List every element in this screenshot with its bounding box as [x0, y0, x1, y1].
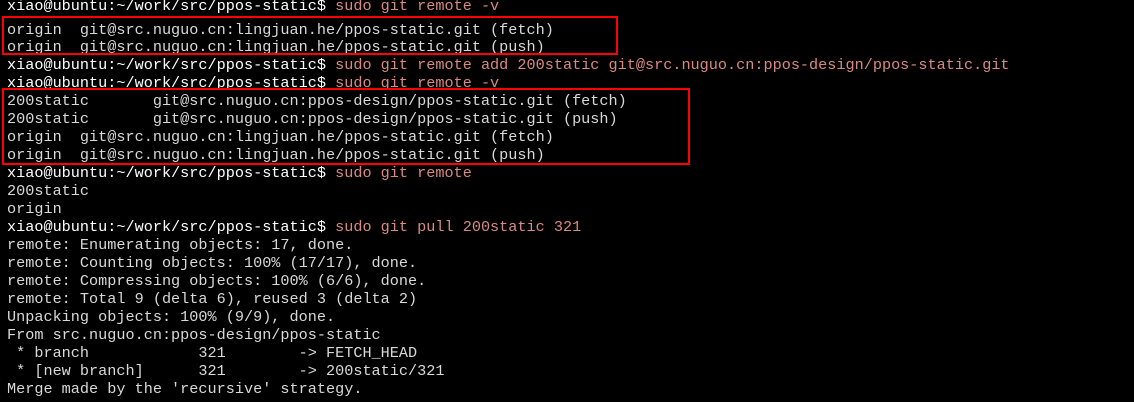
- shell-prompt: xiao@ubuntu:~/work/src/ppos-static$: [7, 74, 326, 92]
- terminal-output-line: origin git@src.nuguo.cn:lingjuan.he/ppos…: [7, 146, 545, 164]
- terminal-command-line: xiao@ubuntu:~/work/src/ppos-static$ sudo…: [7, 56, 1010, 74]
- terminal-output-line: remote: Compressing objects: 100% (6/6),…: [7, 272, 427, 290]
- terminal-output-line: 200static: [7, 182, 90, 200]
- terminal-output-line: remote: Total 9 (delta 6), reused 3 (del…: [7, 290, 418, 308]
- terminal-output-line: origin git@src.nuguo.cn:lingjuan.he/ppos…: [7, 21, 554, 39]
- command-text: sudo git remote -v: [326, 0, 500, 15]
- command-text: sudo git remote: [326, 164, 472, 182]
- terminal-output-line: remote: Enumerating objects: 17, done.: [7, 236, 354, 254]
- terminal-output-line: origin: [7, 200, 62, 218]
- command-text: sudo git remote -v: [326, 74, 500, 92]
- terminal-output-line: origin git@src.nuguo.cn:lingjuan.he/ppos…: [7, 38, 545, 56]
- shell-prompt: xiao@ubuntu:~/work/src/ppos-static$: [7, 0, 326, 15]
- terminal-output-line: Unpacking objects: 100% (9/9), done.: [7, 308, 336, 326]
- terminal-output-line: From src.nuguo.cn:ppos-design/ppos-stati…: [7, 326, 381, 344]
- terminal-output-line: * [new branch] 321 -> 200static/321: [7, 362, 445, 380]
- shell-prompt: xiao@ubuntu:~/work/src/ppos-static$: [7, 218, 326, 236]
- terminal-command-line: xiao@ubuntu:~/work/src/ppos-static$ sudo…: [7, 218, 581, 236]
- terminal-command-line: xiao@ubuntu:~/work/src/ppos-static$ sudo…: [7, 0, 499, 15]
- terminal-command-line: xiao@ubuntu:~/work/src/ppos-static$ sudo…: [7, 74, 499, 92]
- terminal-output-line: 200static git@src.nuguo.cn:ppos-design/p…: [7, 92, 627, 110]
- shell-prompt: xiao@ubuntu:~/work/src/ppos-static$: [7, 164, 326, 182]
- shell-prompt: xiao@ubuntu:~/work/src/ppos-static$: [7, 56, 326, 74]
- command-text: sudo git pull 200static 321: [326, 218, 582, 236]
- terminal-output-line: Merge made by the 'recursive' strategy.: [7, 380, 363, 398]
- terminal-command-line: xiao@ubuntu:~/work/src/ppos-static$ sudo…: [7, 164, 472, 182]
- terminal-output-line: origin git@src.nuguo.cn:lingjuan.he/ppos…: [7, 128, 554, 146]
- terminal-output-line: remote: Counting objects: 100% (17/17), …: [7, 254, 418, 272]
- command-text: sudo git remote add 200static git@src.nu…: [326, 56, 1010, 74]
- terminal-window[interactable]: xiao@ubuntu:~/work/src/ppos-static$ sudo…: [0, 0, 1134, 402]
- terminal-output-line: * branch 321 -> FETCH_HEAD: [7, 344, 418, 362]
- terminal-output-line: 200static git@src.nuguo.cn:ppos-design/p…: [7, 110, 618, 128]
